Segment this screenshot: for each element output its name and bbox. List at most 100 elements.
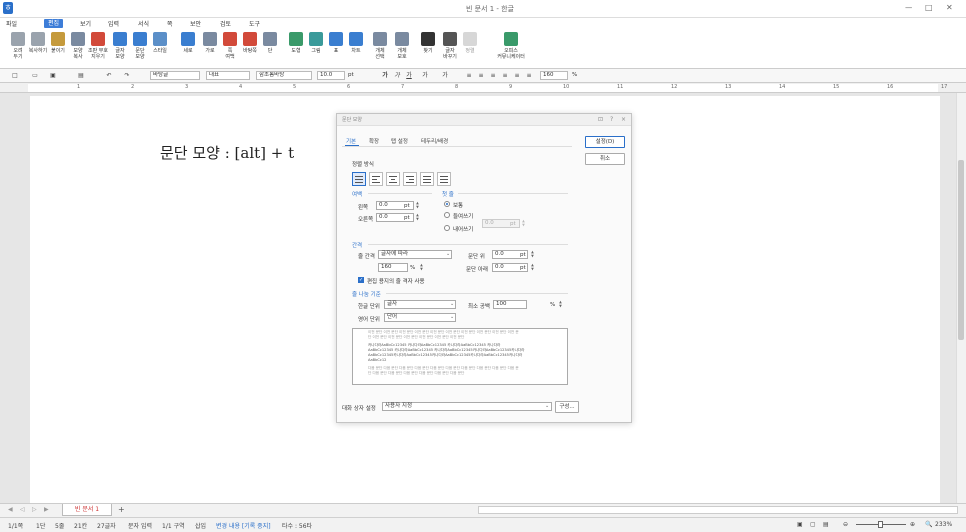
- tab-last-icon[interactable]: ▶: [44, 506, 49, 513]
- cancel-button[interactable]: 취소: [585, 153, 625, 165]
- dialog-setting-select[interactable]: 사용자 지정: [382, 402, 552, 411]
- open-icon[interactable]: ▭: [30, 71, 40, 80]
- print-icon[interactable]: ▤: [76, 71, 86, 80]
- align-right-icon[interactable]: ≡: [500, 71, 510, 80]
- zoom-icon[interactable]: 🔍: [925, 521, 932, 528]
- add-tab-button[interactable]: +: [118, 505, 125, 514]
- document-text[interactable]: 문단 모양 : [alt] + t: [160, 142, 294, 163]
- align-distribute-button[interactable]: [420, 172, 434, 186]
- menu-insert[interactable]: 입력: [108, 19, 119, 28]
- align-right-button[interactable]: [403, 172, 417, 186]
- vertical-scroll-thumb[interactable]: [958, 160, 964, 340]
- ribbon-table-button[interactable]: 표: [326, 32, 346, 54]
- tab-first-icon[interactable]: ◀: [8, 506, 13, 513]
- min-space-input[interactable]: 100: [493, 300, 527, 309]
- tab-tab-settings[interactable]: 탭 설정: [391, 137, 408, 145]
- zoom-in-icon[interactable]: ⊕: [910, 521, 915, 528]
- para-below-spinner[interactable]: ▲ ▼: [530, 263, 535, 272]
- style-select[interactable]: 바탕글: [150, 71, 200, 80]
- italic-icon[interactable]: 가: [392, 71, 402, 80]
- ribbon-communicator-button[interactable]: 오피스 커뮤니케이터: [494, 32, 528, 60]
- align-left-icon[interactable]: ≡: [476, 71, 486, 80]
- ribbon-para-shape-button[interactable]: 문단 모양: [130, 32, 150, 60]
- underline-icon[interactable]: 가: [404, 71, 414, 80]
- align-divide-icon[interactable]: ≡: [524, 71, 534, 80]
- radio-indent[interactable]: [444, 212, 450, 218]
- zoom-out-icon[interactable]: ⊖: [843, 521, 848, 528]
- left-margin-spinner[interactable]: ▲ ▼: [415, 201, 420, 210]
- tab-next-icon[interactable]: ▷: [32, 506, 37, 513]
- ribbon-replace-button[interactable]: 글자 바꾸기: [440, 32, 460, 60]
- ribbon-horizontal-button[interactable]: 가로: [200, 32, 220, 54]
- ribbon-column-button[interactable]: 단: [260, 32, 280, 54]
- align-justify-icon[interactable]: ≡: [464, 71, 474, 80]
- dialog-help-icon[interactable]: ?: [610, 116, 613, 123]
- english-unit-chevron-icon[interactable]: ⌄: [450, 314, 454, 320]
- ribbon-chart-button[interactable]: 차트: [346, 32, 366, 54]
- save-icon[interactable]: ▣: [48, 71, 58, 80]
- tab-prev-icon[interactable]: ◁: [20, 506, 25, 513]
- view-normal-icon[interactable]: ▣: [797, 521, 803, 528]
- set-button[interactable]: 설정(D): [585, 136, 625, 148]
- tab-basic[interactable]: 기본: [346, 137, 356, 145]
- view-page-icon[interactable]: ▤: [823, 521, 829, 528]
- line-spacing-type-select[interactable]: 글자에 따라: [378, 250, 452, 259]
- ribbon-vertical-button[interactable]: 세로: [178, 32, 198, 54]
- menu-format[interactable]: 서식: [138, 19, 149, 28]
- ribbon-paste-button[interactable]: 붙이기: [48, 32, 68, 54]
- close-icon[interactable]: ✕: [946, 3, 953, 12]
- align-justify-button[interactable]: [352, 172, 366, 186]
- app-logo-icon[interactable]: ㅎ: [3, 2, 13, 14]
- dialog-close-icon[interactable]: ×: [621, 116, 626, 123]
- status-page[interactable]: 1/1쪽: [8, 521, 23, 530]
- radio-outdent[interactable]: [444, 225, 450, 231]
- ribbon-master-page-button[interactable]: 바탕쪽: [240, 32, 260, 54]
- menu-view[interactable]: 보기: [80, 19, 91, 28]
- ribbon-sort-button[interactable]: 정렬: [460, 32, 480, 54]
- ribbon-copy-button[interactable]: 복사하기: [28, 32, 48, 54]
- radio-normal[interactable]: [444, 201, 450, 207]
- english-unit-select[interactable]: 단어: [384, 313, 456, 322]
- ribbon-page-margin-button[interactable]: 쪽 여백: [220, 32, 240, 60]
- menu-review[interactable]: 검토: [220, 19, 231, 28]
- line-spacing-value-input[interactable]: 160: [378, 263, 408, 272]
- ribbon-format-painter-button[interactable]: 모양 복사: [68, 32, 88, 60]
- status-mode[interactable]: 문자 입력: [128, 521, 152, 530]
- hangul-unit-chevron-icon[interactable]: ⌄: [450, 301, 454, 307]
- status-zoom[interactable]: 233%: [935, 521, 952, 528]
- font-size-input[interactable]: 10.0: [317, 71, 345, 80]
- min-space-spinner[interactable]: ▲ ▼: [558, 300, 563, 309]
- dialog-setting-chevron-icon[interactable]: ⌄: [545, 403, 549, 409]
- menu-file[interactable]: 파일: [6, 19, 17, 28]
- status-track-changes[interactable]: 변경 내용 [기록 중지]: [216, 521, 271, 530]
- font-color-icon[interactable]: 가: [440, 71, 450, 80]
- redo-icon[interactable]: ↷: [122, 71, 132, 80]
- grid-checkbox[interactable]: ✓: [358, 277, 364, 283]
- horizontal-scrollbar[interactable]: [478, 506, 958, 514]
- lang-select[interactable]: 대표: [206, 71, 250, 80]
- configure-button[interactable]: 구성...: [555, 401, 579, 413]
- align-distribute-icon[interactable]: ≡: [512, 71, 522, 80]
- zoom-slider-thumb[interactable]: [878, 521, 883, 528]
- right-margin-spinner[interactable]: ▲ ▼: [415, 213, 420, 222]
- status-insert[interactable]: 삽입: [195, 521, 206, 530]
- document-tab[interactable]: 빈 문서 1: [62, 504, 112, 516]
- ribbon-clear-format-button[interactable]: 조판 부호 지우기: [88, 32, 108, 60]
- undo-icon[interactable]: ↶: [104, 71, 114, 80]
- new-doc-icon[interactable]: □: [10, 71, 20, 80]
- bold-icon[interactable]: 가: [380, 71, 390, 80]
- ribbon-picture-button[interactable]: 그림: [306, 32, 326, 54]
- menu-tools[interactable]: 도구: [249, 19, 260, 28]
- align-divide-button[interactable]: [437, 172, 451, 186]
- dialog-restore-icon[interactable]: ⊡: [598, 116, 603, 123]
- ribbon-object-protect-button[interactable]: 개체 보호: [392, 32, 412, 60]
- ribbon-char-shape-button[interactable]: 글자 모양: [110, 32, 130, 60]
- ribbon-shape-button[interactable]: 도형: [286, 32, 306, 54]
- dialog-title-bar[interactable]: [337, 114, 631, 126]
- para-above-spinner[interactable]: ▲ ▼: [530, 250, 535, 259]
- menu-security[interactable]: 보안: [190, 19, 201, 28]
- tab-border-background[interactable]: 테두리/배경: [421, 137, 448, 145]
- minimize-icon[interactable]: ㅡ: [905, 3, 912, 14]
- tab-extended[interactable]: 확장: [369, 137, 379, 145]
- line-spacing-type-chevron-icon[interactable]: ⌄: [446, 251, 450, 257]
